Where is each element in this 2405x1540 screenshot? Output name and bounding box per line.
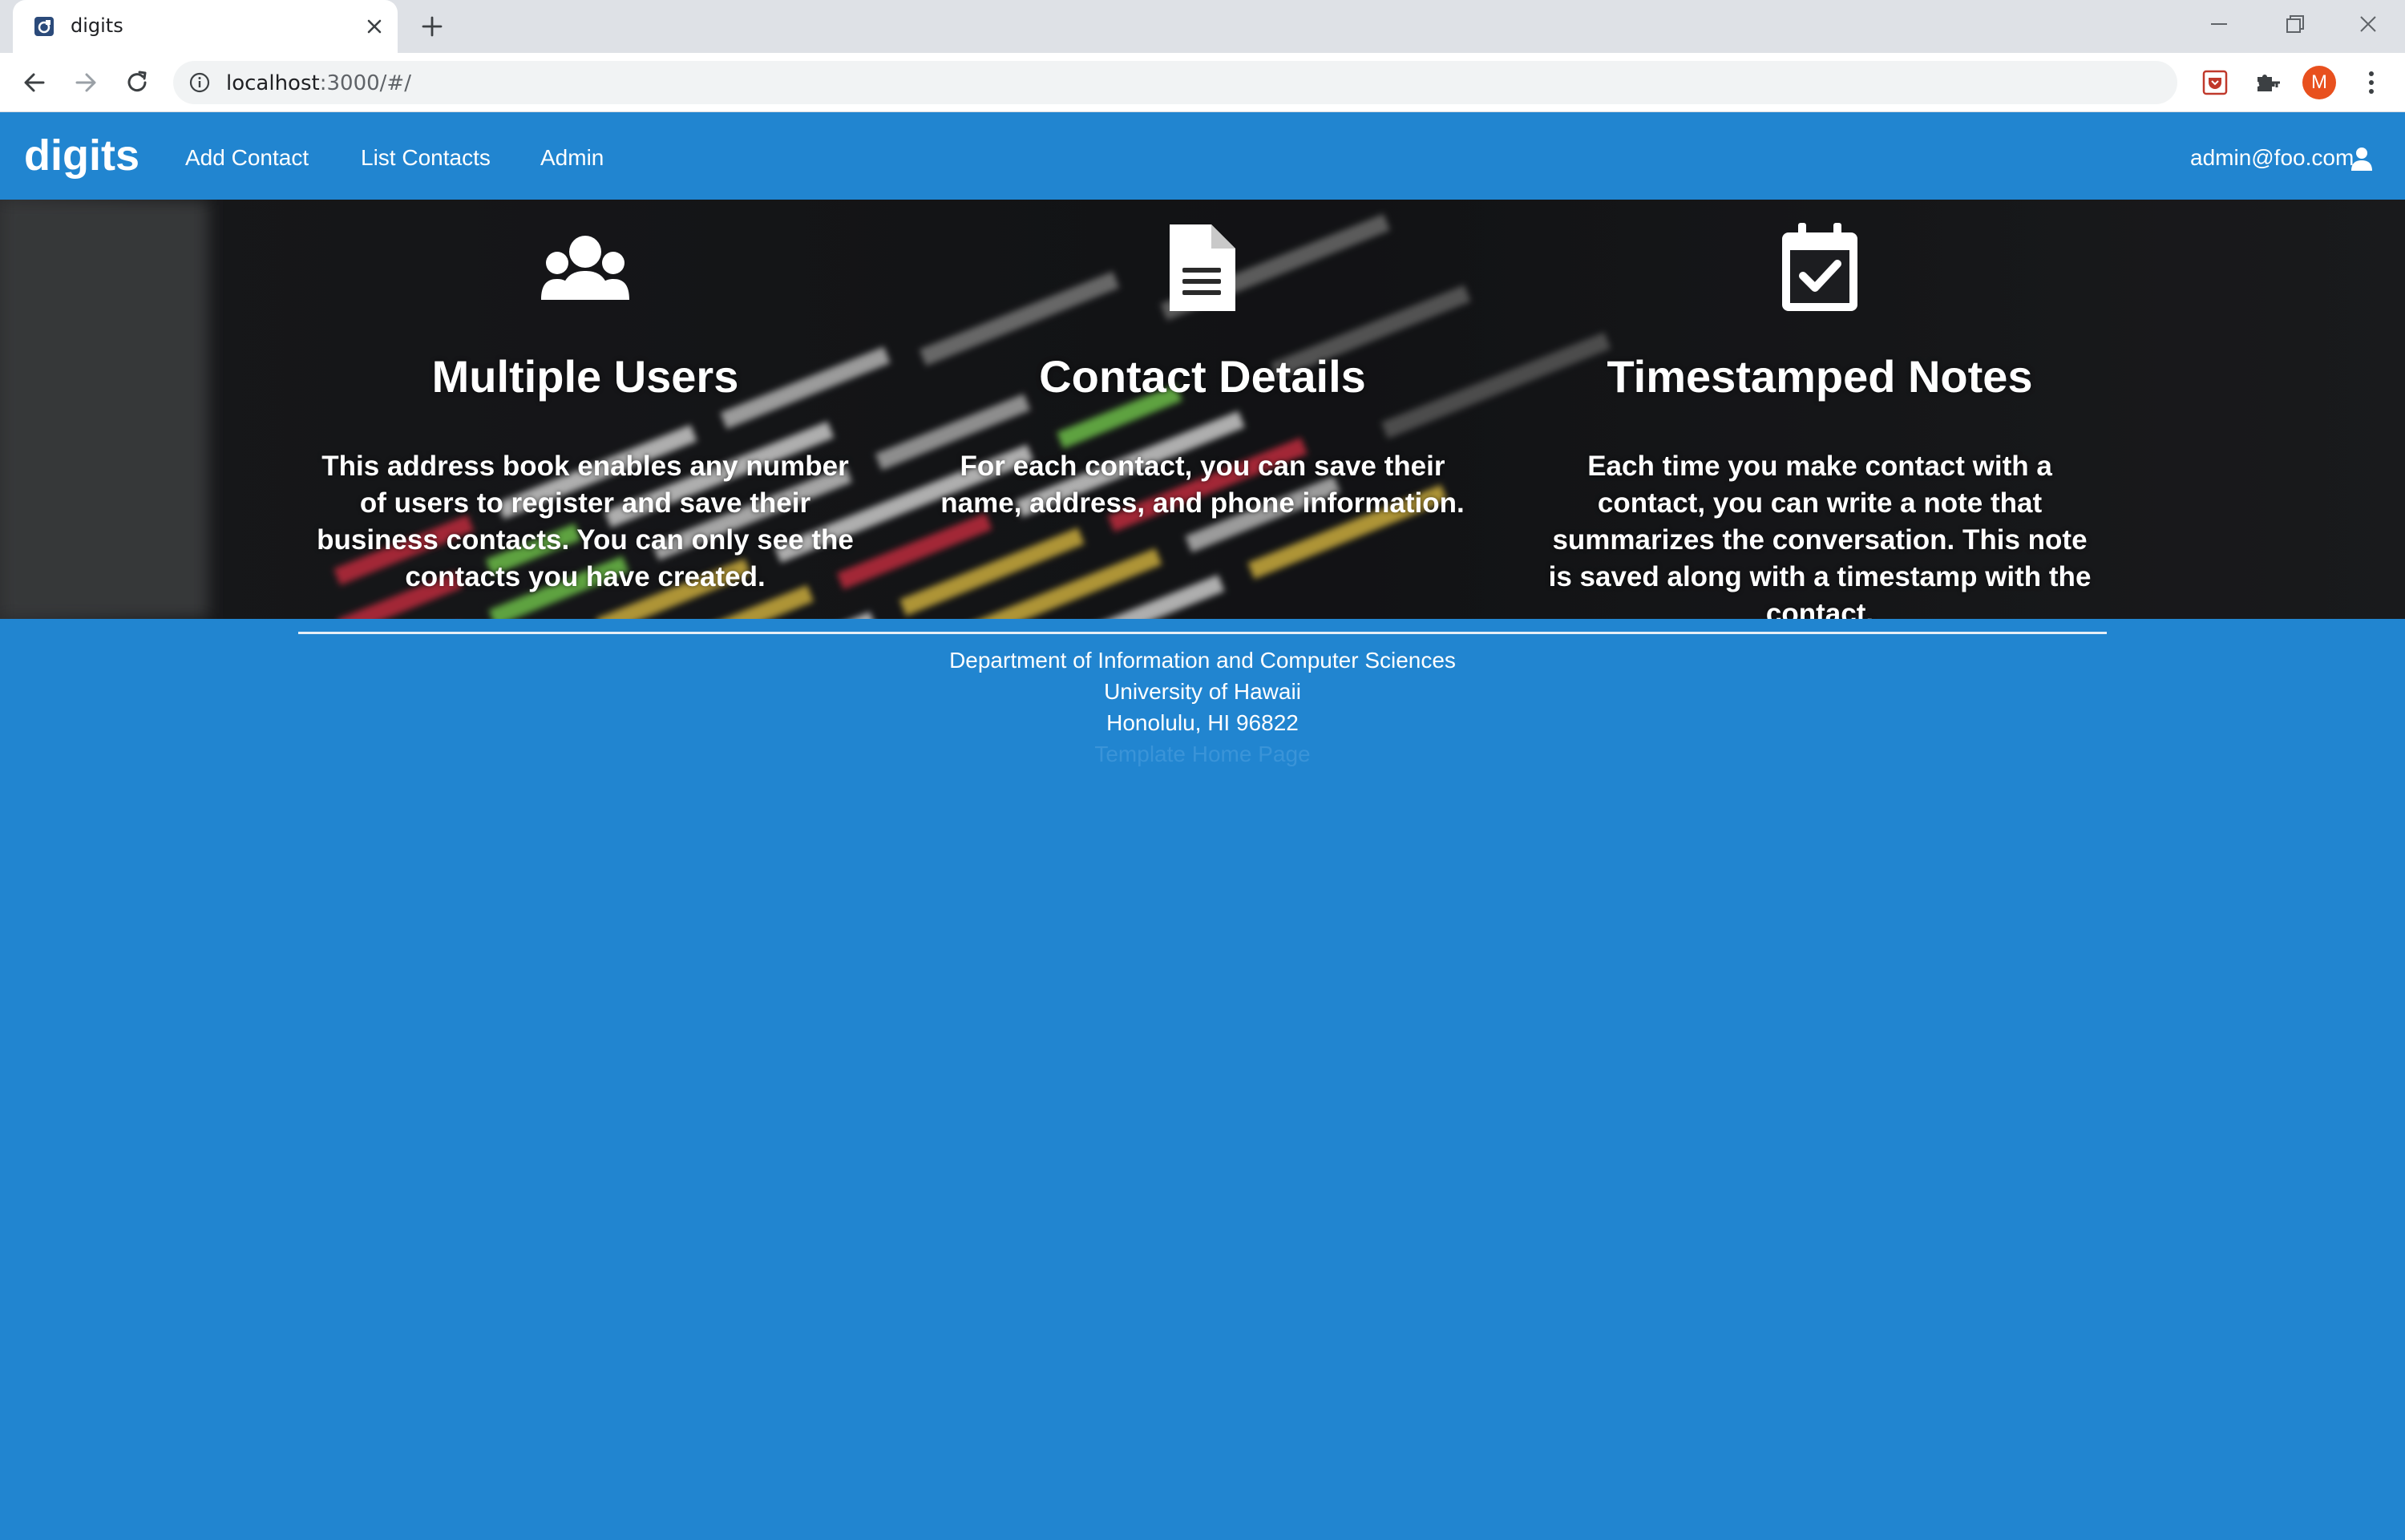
feature-contact-details: Contact Details For each contact, you ca… [914,200,1491,619]
footer-template-link[interactable]: Template Home Page [0,742,2405,767]
feature-description: This address book enables any number of … [317,451,854,592]
profile-avatar[interactable]: M [2302,66,2336,99]
user-icon[interactable] [2350,147,2373,171]
window-close-icon[interactable] [2350,8,2386,40]
extensions-puzzle-icon[interactable] [2253,69,2280,96]
nav-add-contact[interactable]: Add Contact [185,145,309,171]
nav-list-contacts[interactable]: List Contacts [361,145,491,171]
browser-tabstrip: digits [0,0,2405,53]
file-text-icon [1170,224,1235,311]
minimize-icon[interactable] [2201,8,2237,40]
browser-menu-icon[interactable] [2360,67,2383,98]
tab-title: digits [71,14,123,37]
nav-admin[interactable]: Admin [540,145,604,171]
feature-timestamped-notes: Timestamped Notes Each time you make con… [1531,200,2108,619]
feature-title: Multiple Users [431,351,739,402]
address-bar[interactable]: localhost:3000/#/ [173,61,2332,104]
feature-title: Contact Details [1039,351,1366,402]
restore-icon[interactable] [2277,8,2312,40]
back-arrow-icon[interactable] [19,67,50,98]
footer-university: University of Hawaii [1104,679,1301,704]
info-icon[interactable] [189,72,210,93]
url-text: localhost:3000/#/ [226,71,411,95]
forward-arrow-icon[interactable] [71,67,101,98]
footer-city: Honolulu, HI 96822 [1106,710,1299,735]
feature-description: For each contact, you can save their nam… [940,451,1465,519]
favicon-icon [34,17,54,36]
new-tab-icon[interactable] [420,14,444,38]
user-menu[interactable]: admin@foo.com [2190,145,2354,171]
pocket-extension-icon[interactable] [2201,69,2229,96]
feature-description: Each time you make contact with a contac… [1548,451,2092,619]
app-navbar: digits Add Contact List Contacts Admin a… [0,113,2405,200]
brand-logo[interactable]: digits [24,131,139,180]
browser-tab[interactable]: digits [13,0,398,53]
footer-divider [298,632,2107,634]
url-host: localhost [226,71,320,95]
hero-section: Multiple Users This address book enables… [0,200,2405,619]
reload-icon[interactable] [122,67,152,98]
users-icon [541,236,629,300]
browser-toolbar: localhost:3000/#/ [0,53,2405,112]
footer-department: Department of Information and Computer S… [949,648,1456,673]
feature-title: Timestamped Notes [1607,351,2033,402]
feature-multiple-users: Multiple Users This address book enables… [297,200,874,619]
close-tab-icon[interactable] [364,16,385,37]
calendar-check-icon [1782,223,1857,311]
url-path: :3000/#/ [319,71,411,95]
